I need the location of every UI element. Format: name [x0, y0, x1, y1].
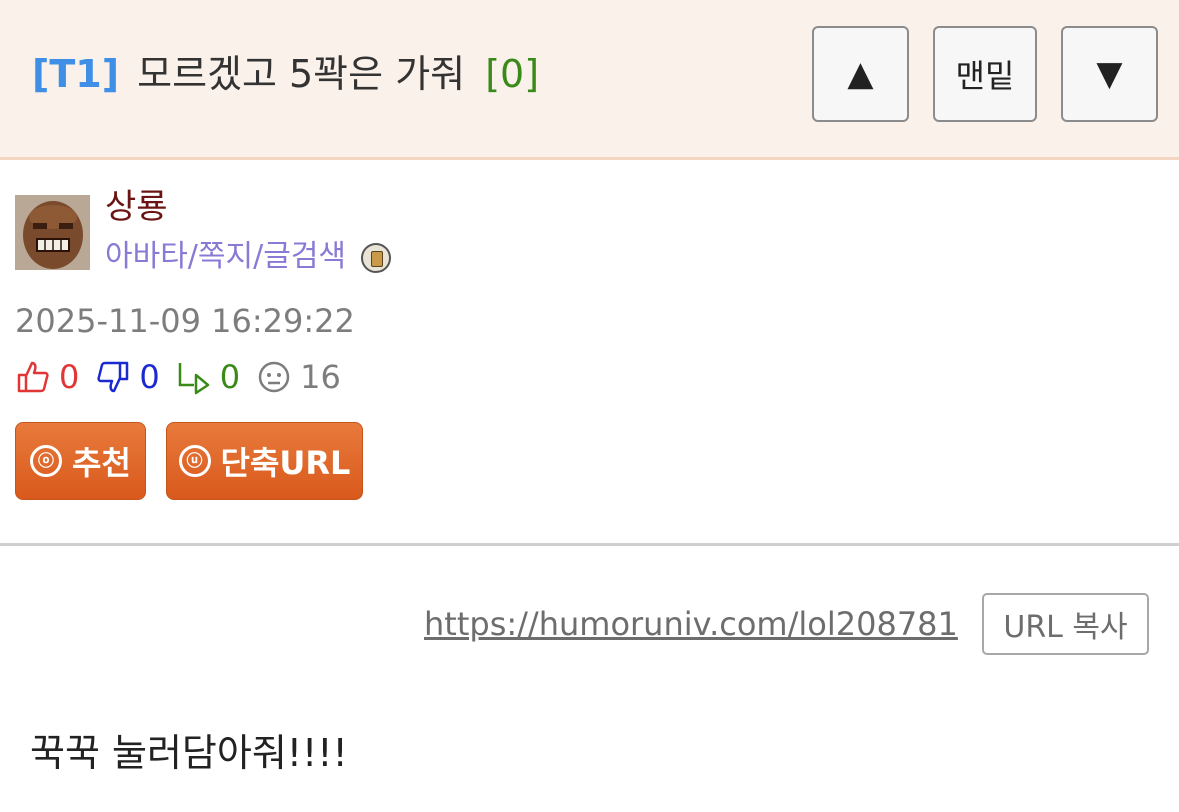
post-header: [T1] 모르겠고 5꽉은 가줘 [0] ▲ 맨밑 ▼ — [0, 0, 1179, 160]
like-count: 0 — [59, 358, 80, 396]
thumbs-up-icon[interactable] — [15, 359, 51, 395]
short-url-label: 단축URL — [220, 444, 351, 482]
share-arrow-icon[interactable] — [176, 359, 212, 395]
short-url-button[interactable]: ⓤ 단축URL — [166, 422, 363, 500]
views-face-icon — [258, 361, 290, 393]
post-title-text: 모르겠고 5꽉은 가줘 — [137, 52, 466, 96]
post-content: 꾹꾹 눌러담아줘!!!! — [30, 731, 348, 775]
dislike-count: 0 — [139, 358, 160, 396]
thumbs-down-icon[interactable] — [95, 359, 131, 395]
post-title: [T1] 모르겠고 5꽉은 가줘 [0] — [32, 50, 539, 98]
avatar-face-icon — [15, 195, 90, 270]
scroll-bottom-button[interactable]: 맨밑 — [933, 26, 1037, 122]
view-count: 16 — [300, 358, 341, 396]
share-count: 0 — [219, 358, 241, 396]
comment-count[interactable]: [0] — [485, 52, 539, 96]
copy-url-button[interactable]: URL 복사 — [982, 593, 1149, 655]
scroll-down-button[interactable]: ▼ — [1061, 26, 1158, 122]
section-divider — [0, 543, 1179, 546]
post-date: 2025-11-09 16:29:22 — [15, 302, 355, 340]
scroll-up-button[interactable]: ▲ — [812, 26, 909, 122]
post-stats: 0 0 0 16 — [15, 355, 357, 399]
author-links[interactable]: 아바타/쪽지/글검색 — [105, 237, 346, 277]
short-url-circle-icon: ⓤ — [178, 445, 211, 477]
author-name[interactable]: 상룡 — [105, 185, 168, 229]
recommend-label: 추천 — [72, 444, 131, 482]
recommend-button[interactable]: ⓞ 추천 — [15, 422, 146, 500]
author-avatar[interactable] — [15, 195, 90, 270]
recommend-circle-icon: ⓞ — [30, 445, 63, 477]
category-tag: [T1] — [32, 52, 120, 96]
level-badge-icon — [361, 243, 391, 273]
post-url-link[interactable]: https://humoruniv.com/lol208781 — [424, 603, 958, 645]
